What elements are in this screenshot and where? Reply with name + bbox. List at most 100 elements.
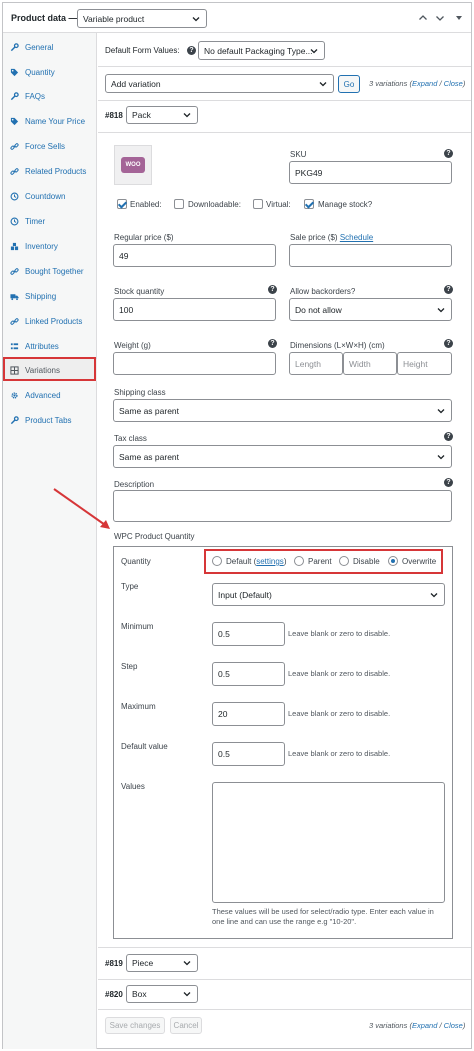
minimum-input[interactable]: 0.5: [212, 622, 285, 646]
variation-attribute-select[interactable]: Box: [126, 985, 198, 1003]
regular-price-input[interactable]: 49: [113, 244, 276, 267]
default-form-values-label: Default Form Values:: [105, 46, 180, 55]
chevron-down-icon[interactable]: [434, 12, 446, 24]
shipping-class-select[interactable]: Same as parent: [113, 399, 452, 422]
inventory-icon: [10, 242, 19, 250]
regular-price-label: Regular price ($): [114, 233, 174, 242]
tab-force-sells[interactable]: Force Sells: [3, 135, 97, 157]
enabled-checkbox[interactable]: [117, 199, 127, 209]
tab-label: Product Tabs: [25, 415, 72, 425]
help-icon: ?: [444, 478, 453, 487]
tab-related-products[interactable]: Related Products: [3, 160, 97, 182]
tax-class-label: Tax class: [114, 434, 147, 443]
variation-image[interactable]: WOO: [114, 145, 152, 185]
truck-icon: [10, 293, 19, 300]
tab-attributes[interactable]: Attributes: [3, 335, 97, 357]
type-value: Input (Default): [218, 589, 272, 600]
divider: [98, 66, 471, 67]
default-form-values-select[interactable]: No default Packaging Type...: [198, 41, 325, 60]
enabled-label: Enabled:: [130, 200, 162, 209]
save-changes-button[interactable]: Save changes: [105, 1017, 165, 1034]
length-input[interactable]: Length: [289, 352, 343, 375]
woo-logo: WOO: [121, 157, 145, 173]
tab-inventory[interactable]: Inventory: [3, 235, 97, 257]
product-type-select[interactable]: Variable product: [77, 9, 207, 28]
product-data-title: Product data —: [11, 13, 78, 23]
chevron-down-icon: [430, 592, 438, 597]
collapse-arrow-icon[interactable]: [453, 12, 465, 24]
step-input[interactable]: 0.5: [212, 662, 285, 686]
downloadable-label: Downloadable:: [188, 200, 241, 209]
close-link[interactable]: Close: [444, 79, 463, 88]
variation-attribute-value: Box: [132, 989, 147, 999]
height-input[interactable]: Height: [397, 352, 452, 375]
tab-label: FAQs: [25, 91, 46, 101]
variation-id: #820: [105, 990, 123, 999]
tab-label: Inventory: [25, 241, 58, 251]
chevron-down-icon: [183, 113, 191, 118]
tab-linked-products[interactable]: Linked Products: [3, 310, 97, 332]
tab-countdown[interactable]: Countdown: [3, 185, 97, 207]
default-value-label: Default value: [121, 742, 168, 751]
tab-timer[interactable]: Timer: [3, 210, 97, 232]
tab-advanced[interactable]: Advanced: [3, 384, 97, 406]
variation-attribute-select[interactable]: Pack: [126, 106, 198, 124]
tab-faqs[interactable]: FAQs: [3, 85, 97, 107]
sale-price-input[interactable]: [289, 244, 452, 267]
weight-input[interactable]: [113, 352, 276, 375]
chevron-down-icon: [183, 992, 191, 997]
chevron-down-icon: [437, 307, 445, 312]
quantity-label: Quantity: [121, 557, 151, 566]
shipping-class-label: Shipping class: [114, 388, 166, 397]
stock-quantity-input[interactable]: 100: [113, 298, 276, 321]
gear-icon: [11, 391, 18, 399]
tab-label: General: [25, 42, 54, 52]
tab-name-your-price[interactable]: Name Your Price: [3, 110, 97, 132]
chevron-up-icon[interactable]: [417, 12, 429, 24]
type-select[interactable]: Input (Default): [212, 583, 445, 606]
chevron-down-icon: [310, 48, 318, 53]
description-textarea[interactable]: [113, 490, 452, 522]
backorders-select[interactable]: Do not allow: [289, 298, 452, 321]
weight-label: Weight (g): [114, 341, 151, 350]
cancel-button[interactable]: Cancel: [170, 1017, 202, 1034]
downloadable-checkbox[interactable]: [174, 199, 184, 209]
expand-link[interactable]: Expand: [412, 79, 437, 88]
clock-icon: [10, 192, 19, 200]
backorders-value: Do not allow: [295, 304, 342, 315]
variation-attribute-select[interactable]: Piece: [126, 954, 198, 972]
virtual-label: Virtual:: [266, 200, 291, 209]
close-link[interactable]: Close: [444, 1021, 463, 1030]
help-icon: ?: [444, 285, 453, 294]
tab-quantity[interactable]: Quantity: [3, 61, 97, 83]
variations-count-text: 3 variations (Expand / Close): [369, 79, 466, 88]
go-button[interactable]: Go: [338, 75, 360, 93]
variations-highlight: [3, 357, 96, 381]
variation-id: #818: [105, 111, 123, 120]
annotation-arrow-icon: [53, 488, 110, 529]
dimensions-label: Dimensions (L×W×H) (cm): [290, 341, 385, 350]
virtual-checkbox[interactable]: [253, 199, 263, 209]
expand-link[interactable]: Expand: [412, 1021, 437, 1030]
tab-label: Countdown: [25, 191, 66, 201]
manage-stock-checkbox[interactable]: [304, 199, 314, 209]
tab-shipping[interactable]: Shipping: [3, 285, 97, 307]
tab-general[interactable]: General: [3, 36, 97, 58]
values-label: Values: [121, 782, 145, 791]
add-variation-select[interactable]: Add variation: [105, 74, 334, 93]
default-value-input[interactable]: 0.5: [212, 742, 285, 766]
values-textarea[interactable]: [212, 782, 445, 903]
sku-label: SKU: [290, 150, 307, 159]
manage-stock-label: Manage stock?: [318, 200, 373, 209]
chevron-down-icon: [192, 16, 200, 21]
chevron-down-icon: [183, 961, 191, 966]
tab-bought-together[interactable]: Bought Together: [3, 260, 97, 282]
maximum-input[interactable]: 20: [212, 702, 285, 726]
tab-label: Bought Together: [25, 266, 84, 276]
step-hint: Leave blank or zero to disable.: [288, 669, 391, 678]
sku-input[interactable]: PKG49: [289, 161, 452, 184]
tax-class-select[interactable]: Same as parent: [113, 445, 452, 468]
schedule-link[interactable]: Schedule: [340, 233, 373, 242]
width-input[interactable]: Width: [343, 352, 397, 375]
tab-product-tabs[interactable]: Product Tabs: [3, 409, 97, 431]
